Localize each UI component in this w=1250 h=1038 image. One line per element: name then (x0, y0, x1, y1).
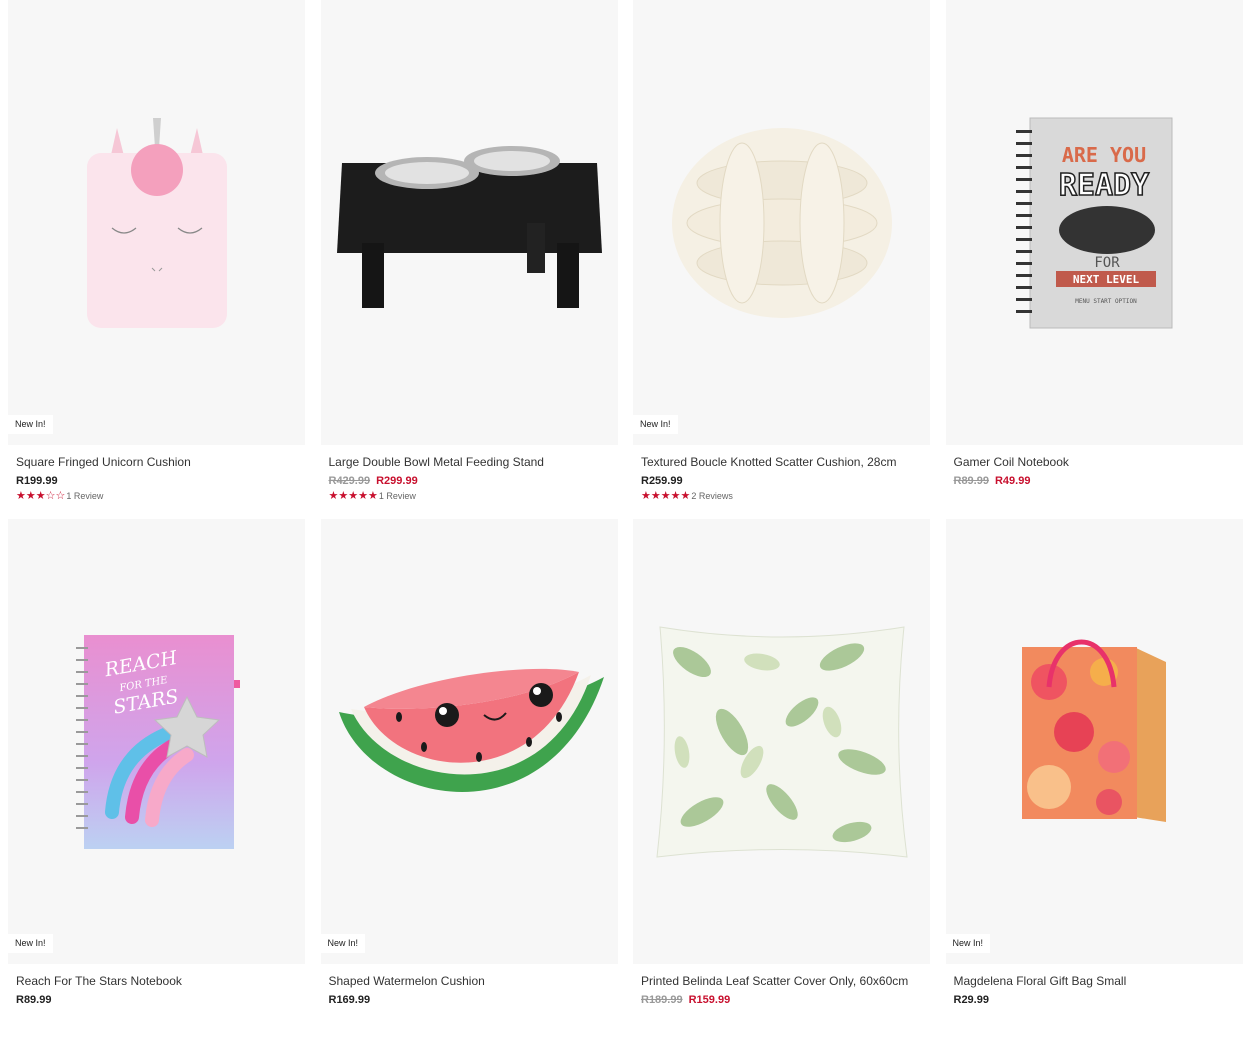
product-card[interactable]: REACH FOR THE STARS New In! Reach For Th… (8, 519, 305, 1038)
sale-price: R159.99 (688, 994, 731, 1006)
product-title[interactable]: Large Double Bowl Metal Feeding Stand (329, 455, 610, 469)
cover-line-4: NEXT LEVEL (1072, 273, 1139, 286)
leaf-cushion-icon (655, 625, 908, 858)
sale-price: R299.99 (376, 475, 418, 487)
new-in-badge: New In! (945, 934, 991, 953)
product-image[interactable]: REACH FOR THE STARS New In! (8, 519, 305, 964)
review-count: 2 Reviews (691, 491, 733, 501)
price: R199.99 (16, 475, 58, 487)
knot-cushion-icon (671, 127, 892, 318)
product-title[interactable]: Magdelena Floral Gift Bag Small (954, 974, 1235, 988)
product-card[interactable]: New In! Textured Boucle Knotted Scatter … (633, 0, 930, 519)
product-title[interactable]: Printed Belinda Leaf Scatter Cover Only,… (641, 974, 922, 988)
price-row: R89.99 R49.99 (954, 474, 1235, 488)
review-count: 1 Review (378, 491, 416, 501)
product-card[interactable]: ARE YOU READY FOR NEXT LEVEL MENU START … (945, 0, 1243, 519)
price: R259.99 (641, 475, 683, 487)
star-rating-icon: ★★★☆☆ (16, 490, 66, 502)
product-title[interactable]: Gamer Coil Notebook (954, 455, 1235, 469)
product-card[interactable]: Large Double Bowl Metal Feeding Stand R4… (320, 0, 618, 519)
cover-line-3: FOR (1094, 255, 1120, 271)
sale-price: R49.99 (994, 475, 1031, 487)
was-price: R429.99 (328, 475, 371, 487)
new-in-badge: New In! (8, 934, 53, 953)
product-image[interactable] (320, 0, 618, 445)
price-row: R189.99 R159.99 (641, 993, 922, 1007)
star-rating-icon: ★★★★★ (328, 490, 378, 502)
rating[interactable]: ★★★★★ 1 Review (329, 490, 610, 502)
new-in-badge: New In! (633, 415, 678, 434)
product-card[interactable]: New In! Square Fringed Unicorn Cushion R… (8, 0, 305, 519)
product-image[interactable]: New In! (8, 0, 305, 445)
product-card[interactable]: Printed Belinda Leaf Scatter Cover Only,… (633, 519, 930, 1038)
unicorn-cushion-icon (86, 117, 227, 328)
product-image[interactable]: ARE YOU READY FOR NEXT LEVEL MENU START … (945, 0, 1243, 445)
price-row: R259.99 (641, 474, 922, 488)
product-image[interactable]: New In! (320, 519, 618, 964)
floral-gift-bag-icon (1022, 639, 1166, 822)
watermelon-cushion-icon (339, 668, 604, 792)
was-price: R189.99 (641, 994, 683, 1006)
product-image[interactable]: New In! (633, 0, 930, 445)
product-image[interactable] (633, 519, 930, 964)
price: R169.99 (328, 994, 371, 1006)
cover-line-2: READY (1058, 168, 1148, 203)
product-title[interactable]: Reach For The Stars Notebook (16, 974, 297, 988)
product-title[interactable]: Textured Boucle Knotted Scatter Cushion,… (641, 455, 922, 469)
product-title[interactable]: Shaped Watermelon Cushion (329, 974, 610, 988)
was-price: R89.99 (953, 475, 989, 487)
stars-notebook-icon: REACH FOR THE STARS (75, 634, 240, 849)
price-row: R29.99 (954, 993, 1235, 1007)
new-in-badge: New In! (8, 415, 53, 434)
new-in-badge: New In! (320, 934, 366, 953)
product-grid: New In! Square Fringed Unicorn Cushion R… (8, 0, 1243, 1038)
rating[interactable]: ★★★★★ 2 Reviews (641, 490, 922, 502)
price: R89.99 (16, 994, 52, 1006)
cover-line-1: ARE YOU (1061, 143, 1145, 167)
rating[interactable]: ★★★☆☆ 1 Review (16, 490, 297, 502)
gamer-notebook-icon: ARE YOU READY FOR NEXT LEVEL MENU START … (1015, 117, 1172, 329)
product-image[interactable]: New In! (945, 519, 1243, 964)
product-title[interactable]: Square Fringed Unicorn Cushion (16, 455, 297, 469)
product-card[interactable]: New In! Shaped Watermelon Cushion R169.9… (320, 519, 618, 1038)
price: R29.99 (953, 994, 989, 1006)
star-rating-icon: ★★★★★ (641, 490, 691, 502)
price-row: R429.99 R299.99 (329, 474, 610, 488)
cover-line-5: MENU START OPTION (1075, 298, 1137, 305)
price-row: R199.99 (16, 474, 297, 488)
feeding-stand-icon (336, 145, 602, 308)
product-card[interactable]: New In! Magdelena Floral Gift Bag Small … (945, 519, 1243, 1038)
price-row: R169.99 (329, 993, 610, 1007)
price-row: R89.99 (16, 993, 297, 1007)
review-count: 1 Review (66, 491, 104, 501)
